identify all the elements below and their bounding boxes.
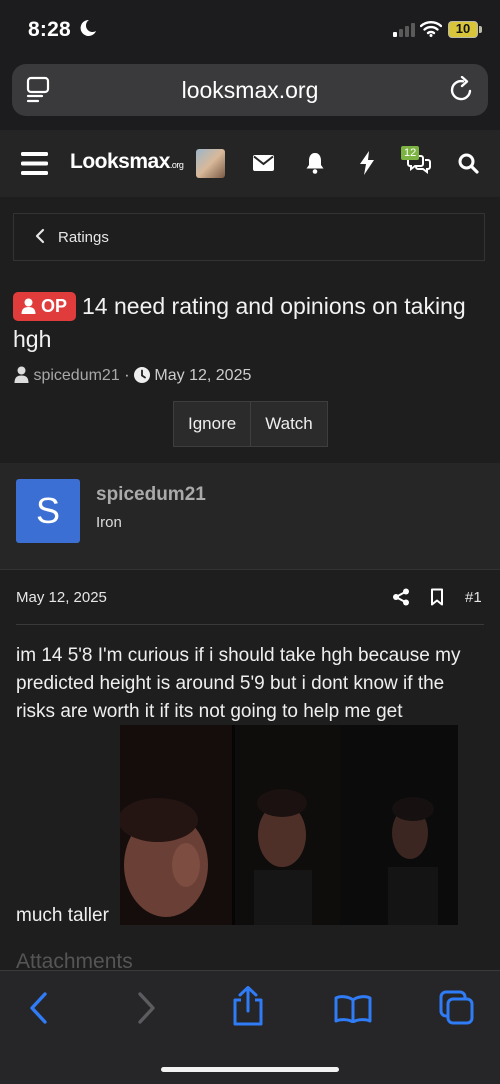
- ignore-button[interactable]: Ignore: [174, 402, 251, 446]
- home-indicator: [161, 1067, 339, 1072]
- conversations-badge: 12: [401, 146, 420, 160]
- breadcrumb-label: Ratings: [58, 229, 109, 246]
- back-chevron-icon[interactable]: [28, 991, 50, 1030]
- divider: [0, 569, 500, 570]
- thread-action-buttons: Ignore Watch: [173, 401, 328, 447]
- post-username[interactable]: spicedum21: [96, 484, 206, 506]
- post-body-tail: much taller: [16, 905, 109, 926]
- moon-icon: [80, 19, 97, 42]
- thread-title-text: 14 need rating and opinions on taking hg…: [13, 293, 466, 352]
- post-user-avatar[interactable]: S: [16, 479, 80, 543]
- forward-chevron-icon[interactable]: [135, 991, 157, 1030]
- user-icon: [14, 366, 29, 383]
- reload-icon[interactable]: [449, 75, 475, 109]
- hamburger-menu-icon[interactable]: [21, 152, 48, 180]
- share-icon[interactable]: [392, 588, 410, 611]
- status-time: 8:28: [28, 18, 71, 41]
- thread-date[interactable]: May 12, 2025: [154, 367, 251, 384]
- op-badge-label: OP: [41, 296, 68, 316]
- chevron-left-icon: [35, 228, 45, 249]
- bookmark-icon[interactable]: [430, 588, 444, 611]
- post-user-card: S spicedum21 Iron: [0, 463, 500, 569]
- site-logo-main: Looksmax: [70, 150, 170, 173]
- status-bar: 8:28 10: [0, 0, 500, 60]
- site-logo[interactable]: Looksmax.org: [70, 150, 184, 174]
- battery-level: 10: [455, 21, 471, 36]
- post-date[interactable]: May 12, 2025: [16, 589, 107, 606]
- site-logo-suffix: .org: [169, 160, 184, 170]
- address-bar[interactable]: looksmax.org: [12, 64, 488, 116]
- search-icon[interactable]: [458, 153, 479, 179]
- op-badge: OP: [13, 292, 77, 321]
- wifi-icon: [419, 20, 443, 42]
- post-body-text: im 14 5'8 I'm curious if i should take h…: [16, 645, 461, 722]
- thread-meta: spicedum21 · May 12, 2025: [14, 366, 251, 385]
- user-avatar-nav[interactable]: [196, 149, 225, 178]
- url-text: looksmax.org: [181, 77, 319, 103]
- watch-button[interactable]: Watch: [250, 402, 327, 446]
- post-number[interactable]: #1: [465, 589, 482, 606]
- post-attached-photo[interactable]: [120, 725, 458, 925]
- tabs-icon[interactable]: [439, 990, 475, 1031]
- clock-icon: [133, 367, 150, 383]
- share-sheet-icon[interactable]: [231, 986, 265, 1031]
- thread-title: OP 14 need rating and opinions on taking …: [13, 290, 488, 356]
- meta-separator: ·: [124, 367, 130, 384]
- cellular-signal-icon: [393, 23, 417, 37]
- battery-icon: 10: [448, 21, 478, 38]
- bell-icon[interactable]: [305, 152, 325, 179]
- envelope-icon[interactable]: [253, 155, 274, 176]
- post-header-divider: [16, 624, 484, 625]
- browser-url-area: looksmax.org: [0, 60, 500, 130]
- user-icon: [21, 298, 36, 314]
- lightning-icon[interactable]: [359, 151, 375, 180]
- bookmarks-book-icon[interactable]: [334, 995, 372, 1028]
- breadcrumb[interactable]: Ratings: [13, 213, 485, 261]
- site-nav: Looksmax.org 12: [0, 130, 500, 197]
- post-user-rank: Iron: [96, 514, 122, 531]
- thread-author[interactable]: spicedum21: [33, 367, 119, 384]
